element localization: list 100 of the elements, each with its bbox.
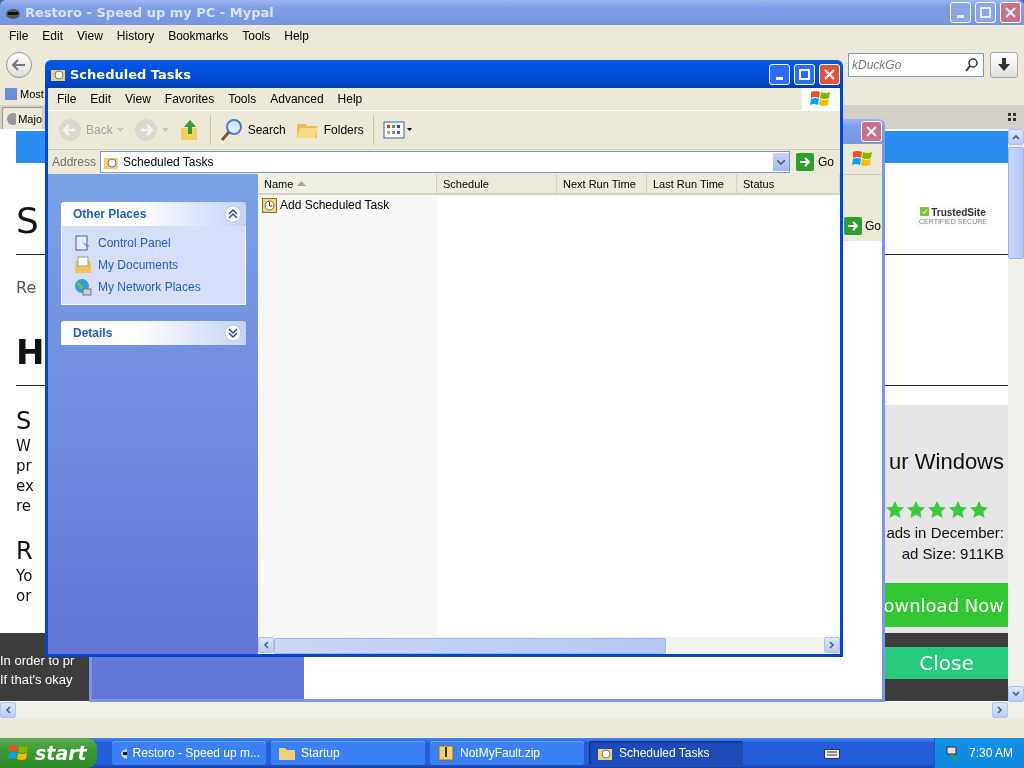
paragraph-text: pr	[16, 456, 32, 476]
taskbar-button[interactable]: NotMyFault.zip	[430, 741, 584, 765]
minimize-button[interactable]	[769, 63, 790, 85]
keyboard-icon[interactable]	[823, 747, 840, 759]
place-link[interactable]: Control Panel	[74, 234, 235, 252]
panel-header[interactable]: Details	[61, 321, 246, 345]
folders-button[interactable]: Folders	[291, 118, 368, 142]
tab-icon	[6, 111, 17, 126]
control-panel-icon	[74, 234, 92, 252]
star-icon	[949, 501, 967, 518]
paragraph-text: re	[16, 496, 32, 516]
windows-logo-icon	[8, 743, 30, 763]
maximize-icon	[980, 7, 991, 18]
close-icon	[1005, 7, 1016, 18]
scrollbar-thumb[interactable]	[1008, 147, 1024, 259]
menu-item[interactable]: Tools	[221, 92, 264, 106]
list-item[interactable]: Add Scheduled Task	[262, 197, 433, 213]
heading-text: R	[16, 536, 33, 566]
menu-item[interactable]: Help	[330, 92, 370, 106]
menu-item[interactable]: Advanced	[263, 92, 331, 106]
promo-heading: ur Windows	[889, 449, 1004, 475]
close-button[interactable]	[819, 63, 840, 85]
place-link[interactable]: My Network Places	[74, 278, 235, 296]
paragraph-text: Yo	[16, 566, 33, 586]
go-button[interactable]: Go	[843, 217, 882, 235]
zip-folder-icon	[438, 745, 454, 761]
address-field[interactable]: Scheduled Tasks	[100, 151, 790, 173]
menu-item[interactable]: Tools	[235, 29, 278, 43]
scroll-up-icon	[1012, 133, 1020, 141]
horizontal-scrollbar[interactable]	[258, 637, 840, 654]
maximize-button[interactable]	[794, 63, 815, 85]
menu-item[interactable]: File	[2, 29, 36, 43]
folder-icon	[279, 746, 295, 760]
search-icon	[219, 118, 244, 142]
paragraph-text: or	[16, 586, 32, 606]
vertical-scrollbar[interactable]	[1008, 129, 1024, 702]
panel-header[interactable]: Other Places	[61, 202, 246, 226]
bookmark-icon	[4, 87, 18, 101]
expand-icon[interactable]	[224, 324, 242, 342]
paragraph-text: ex	[16, 476, 34, 496]
horizontal-scrollbar[interactable]	[0, 702, 1024, 718]
download-button[interactable]	[990, 52, 1018, 78]
minimize-icon	[776, 76, 783, 80]
browser-tab[interactable]: Majo	[2, 107, 42, 129]
documents-folder-icon	[74, 256, 92, 274]
scroll-left-icon	[4, 706, 12, 714]
clock: 7:30 AM	[969, 746, 1014, 760]
promo-text: ad Size: 911KB	[901, 544, 1004, 564]
badge-name: TrustedSite	[931, 207, 986, 218]
menu-item[interactable]: Help	[277, 29, 316, 43]
close-button[interactable]	[861, 121, 882, 142]
scroll-down-icon	[1012, 690, 1020, 698]
column-header[interactable]: Name	[258, 174, 437, 193]
network-globe-icon	[74, 278, 92, 296]
tab-list-icon	[1008, 113, 1018, 123]
sort-arrow-icon	[297, 181, 307, 186]
start-button[interactable]: start	[0, 738, 97, 768]
go-button[interactable]: Go	[794, 153, 836, 171]
cookie-text: In order to pr	[0, 652, 75, 670]
bookmark-item[interactable]: Most	[4, 87, 44, 101]
address-label: Address	[52, 155, 97, 169]
back-arrow-icon	[12, 59, 26, 71]
window-title: Scheduled Tasks	[70, 66, 192, 82]
menu-item[interactable]: Edit	[83, 92, 119, 106]
menu-item[interactable]: View	[70, 29, 110, 43]
maximize-icon	[799, 68, 810, 80]
views-icon	[382, 120, 413, 140]
heading-text: S	[16, 199, 39, 243]
star-icon	[928, 501, 946, 518]
taskbar-button[interactable]: Startup	[271, 741, 425, 765]
collapse-icon[interactable]	[224, 205, 242, 223]
menu-item[interactable]: File	[50, 92, 84, 106]
heading-text: Re	[16, 277, 37, 299]
close-button[interactable]	[1000, 2, 1021, 23]
close-icon	[824, 68, 835, 80]
menu-item[interactable]: Favorites	[157, 92, 222, 106]
caret-icon	[777, 159, 785, 165]
search-field[interactable]: kDuckGo	[848, 53, 984, 77]
minimize-icon	[957, 15, 964, 18]
dropdown-button[interactable]	[773, 153, 789, 171]
menu-item[interactable]: Edit	[35, 29, 71, 43]
scroll-right-icon	[996, 706, 1004, 714]
menu-item[interactable]: View	[118, 92, 158, 106]
heading-text: S	[16, 406, 32, 436]
search-button[interactable]: Search	[215, 116, 290, 144]
cookie-text: If that's okay	[0, 671, 74, 689]
star-icon	[886, 501, 904, 518]
star-icon	[970, 501, 988, 518]
taskbar-button[interactable]: Restoro - Speed up m...	[112, 741, 266, 765]
paragraph-text: W	[16, 436, 31, 456]
menu-item[interactable]: History	[109, 29, 162, 43]
scroll-left-icon	[262, 641, 270, 649]
star-icon	[907, 501, 925, 518]
search-icon	[965, 58, 979, 72]
menu-item[interactable]: Bookmarks	[161, 29, 236, 43]
close-icon	[866, 126, 877, 137]
windows-logo-icon	[810, 89, 832, 109]
taskbar-button[interactable]: Scheduled Tasks	[589, 741, 743, 765]
place-link[interactable]: My Documents	[74, 256, 235, 274]
back-button[interactable]	[6, 52, 32, 78]
